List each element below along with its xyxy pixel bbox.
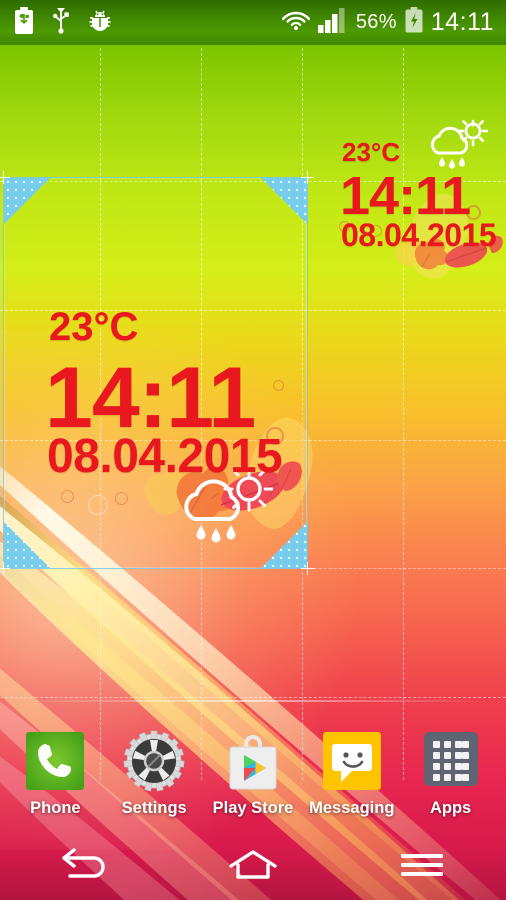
weather-clock-widget-large[interactable]: 23°C 14:11 08.04.2015 xyxy=(3,177,320,569)
dock-label-messaging: Messaging xyxy=(309,799,395,817)
dock-item-messaging[interactable]: Messaging xyxy=(306,730,398,818)
battery-charging-icon xyxy=(405,7,423,38)
signal-bars-icon xyxy=(317,7,348,38)
speech-bubble-smiley-icon xyxy=(321,730,383,792)
dock-label-phone: Phone xyxy=(30,799,81,817)
status-bar-right-icons: 56% 14:11 xyxy=(281,7,506,38)
gear-icon xyxy=(123,730,185,792)
dock-label-apps: Apps xyxy=(429,799,472,817)
usb-icon xyxy=(52,7,70,39)
menu-button[interactable] xyxy=(367,835,477,900)
home-house-icon xyxy=(225,848,281,887)
android-home-screen: 56% 14:11 23°C 14:11 08.04.2015 23°C 14:… xyxy=(0,0,506,900)
weather-clock-widget-small[interactable]: 23°C 14:11 08.04.2015 xyxy=(322,115,506,285)
status-bar[interactable]: 56% 14:11 xyxy=(0,0,506,45)
battery-percent-label: 56% xyxy=(355,11,397,33)
dock-label-settings: Settings xyxy=(121,799,187,817)
dock-label-play-store: Play Store xyxy=(212,799,294,817)
widget-date: 08.04.2015 xyxy=(341,217,497,253)
widget-temperature: 23°C xyxy=(342,137,401,167)
dock-item-phone[interactable]: Phone xyxy=(9,730,101,818)
back-arrow-icon xyxy=(56,848,112,887)
status-bar-left-icons xyxy=(0,6,112,39)
dock-item-play-store[interactable]: Play Store xyxy=(207,730,299,818)
play-store-bag-icon xyxy=(222,730,284,792)
app-grid-icon xyxy=(420,730,482,792)
dock-item-apps[interactable]: Apps xyxy=(405,730,497,818)
back-button[interactable] xyxy=(29,835,139,900)
usb-battery-charging-icon xyxy=(14,6,34,39)
dock-divider xyxy=(20,700,486,702)
navigation-bar xyxy=(0,835,506,900)
dock-item-settings[interactable]: Settings xyxy=(108,730,200,818)
widget-temperature: 23°C xyxy=(49,305,139,349)
widget-date: 08.04.2015 xyxy=(47,430,283,483)
dock: Phone Settings Play Store Messaging Apps xyxy=(0,730,506,835)
menu-lines-icon xyxy=(397,849,447,886)
status-bar-clock: 14:11 xyxy=(430,8,494,36)
phone-handset-icon xyxy=(24,730,86,792)
home-button[interactable] xyxy=(198,835,308,900)
debug-bug-icon xyxy=(88,8,112,37)
wifi-icon xyxy=(281,9,311,36)
